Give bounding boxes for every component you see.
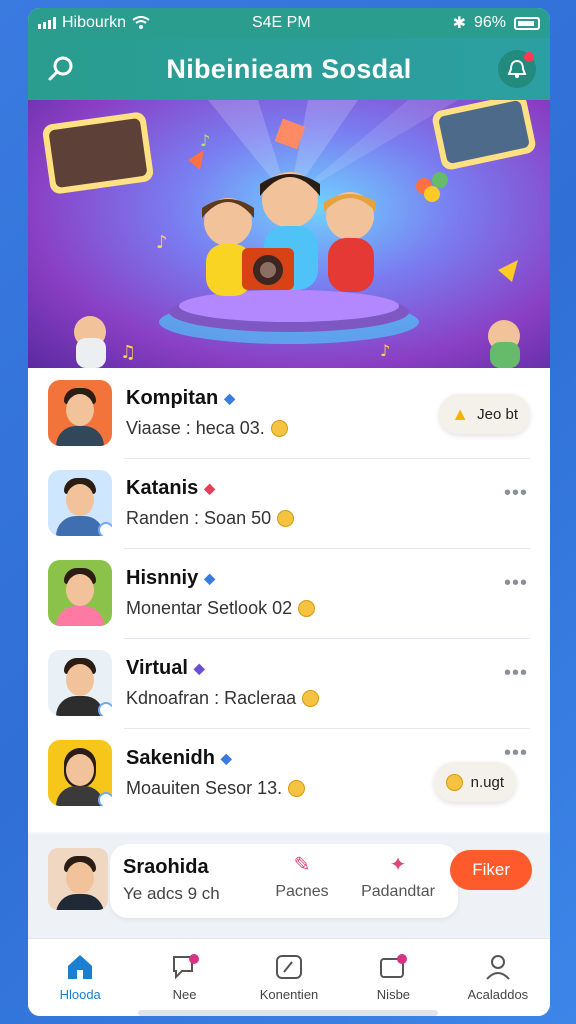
status-badge [98, 792, 112, 806]
item-name: Hisnniy [126, 567, 199, 589]
emoji-icon [288, 780, 306, 797]
status-badge [98, 702, 112, 716]
list-item[interactable]: Hisnniy ◆ Monentar Setlook 02 ••• [28, 548, 550, 638]
tab-nee[interactable]: Nee [132, 939, 236, 1016]
item-subtitle: Kdnoafran : Racleraa [126, 688, 297, 708]
battery-percent: 96% [473, 14, 506, 31]
item-subtitle: Moauiten Sesor 13. [126, 778, 283, 798]
item-name: Kompitan [126, 387, 219, 409]
avatar [48, 650, 112, 716]
tab-nisbe[interactable]: Nisbe [341, 939, 445, 1016]
clock: S4E PM [251, 14, 311, 31]
avatar [48, 380, 112, 446]
item-subtitle: Monentar Setlook 02 [126, 598, 293, 618]
list-item[interactable]: Virtual ◆ Kdnoafran : Racleraa ••• [28, 638, 550, 728]
more-options-icon[interactable]: ••• [504, 572, 528, 595]
wifi-icon [132, 16, 150, 29]
app-header: Nibeinieam Sosdal [28, 38, 550, 100]
status-bar: Hibourkn S4E PM ✱ 96% [28, 8, 550, 38]
mini-bar-name: Sraohida [123, 856, 209, 878]
battery-icon [514, 16, 540, 30]
svg-text:♪: ♪ [156, 232, 168, 253]
avatar [48, 470, 112, 536]
signal-icon [38, 17, 56, 29]
sparkle-icon: ✎ [293, 854, 311, 876]
tab-acaladdos[interactable]: Acaladdos [446, 939, 550, 1016]
tab-konentien[interactable]: Konentien [237, 939, 341, 1016]
warning-icon: ▲ [451, 403, 470, 424]
search-icon[interactable] [46, 54, 76, 84]
list-item[interactable]: Sakenidh ◆ Moauiten Sesor 13. ••• n.ugt [28, 728, 550, 818]
chat-icon [172, 954, 199, 980]
notification-button[interactable] [498, 50, 536, 88]
svg-text:♪: ♪ [380, 341, 390, 360]
list-item[interactable]: Katanis ◆ Randen : Soan 50 ••• [28, 458, 550, 548]
status-badge [98, 522, 112, 536]
home-icon [68, 955, 93, 979]
compose-icon [276, 955, 303, 979]
item-subtitle: Randen : Soan 50 [126, 508, 272, 528]
action-chip[interactable]: n.ugt [433, 762, 516, 802]
item-name: Sakenidh [126, 747, 215, 769]
emoji-icon [302, 690, 320, 707]
more-options-icon[interactable]: ••• [504, 662, 528, 685]
emoji-icon [445, 773, 463, 791]
verified-icon: ◆ [193, 660, 205, 676]
verified-icon: ◆ [204, 570, 216, 586]
avatar [48, 560, 112, 626]
filter-button[interactable]: Fiker [450, 850, 532, 890]
list-item[interactable]: Kompitan ◆ Viaase : heca 03. ▲ Jeo bt [28, 368, 550, 458]
mini-bar-subtitle: Ye adcs 9 ch [123, 884, 220, 903]
item-name: Virtual [126, 657, 188, 679]
tab-home[interactable]: Hlooda [28, 939, 132, 1016]
phone-screen: Hibourkn S4E PM ✱ 96% Nibeinieam Sosdal [28, 8, 550, 1016]
hero-illustration: ♪ ♫ ♪ ♪ [42, 100, 536, 368]
svg-text:♫: ♫ [120, 342, 136, 363]
avatar [48, 848, 108, 910]
emoji-icon [298, 600, 316, 617]
emoji-icon [277, 510, 295, 527]
emoji-icon [270, 420, 288, 437]
more-options-icon[interactable]: ••• [504, 742, 528, 765]
action-chip[interactable]: ▲ Jeo bt [439, 394, 530, 434]
action-pacnes[interactable]: ✎ Pacnes [252, 852, 352, 901]
more-options-icon[interactable]: ••• [504, 482, 528, 505]
notification-dot [524, 52, 534, 62]
item-subtitle: Viaase : heca 03. [126, 418, 265, 438]
bottom-nav: Hlooda Nee Konentien Nisbe Acaladdos [28, 938, 550, 1016]
avatar [48, 740, 112, 806]
profile-icon [486, 955, 510, 980]
notification-icon [507, 59, 527, 78]
bluetooth-icon: ✱ [452, 15, 466, 32]
hero-banner[interactable]: ♪ ♫ ♪ ♪ [28, 100, 550, 368]
feed-list: Kompitan ◆ Viaase : heca 03. ▲ Jeo bt Kat… [28, 368, 550, 832]
svg-text:♪: ♪ [200, 131, 210, 150]
inbox-icon [380, 954, 408, 978]
action-padandtar[interactable]: ✦ Padandtar [348, 852, 448, 901]
item-name: Katanis [126, 477, 199, 499]
carrier-label: Hibourkn [62, 14, 127, 31]
chat-heart-icon: ✦ [389, 854, 407, 876]
home-indicator [138, 1010, 438, 1016]
verified-icon: ◆ [224, 390, 235, 406]
mini-bar: Sraohida Ye adcs 9 ch ✎ Pacnes ✦ Padandt… [28, 834, 550, 938]
verified-icon: ◆ [220, 750, 232, 766]
verified-icon: ◆ [204, 480, 216, 496]
page-title: Nibeinieam Sosdal [166, 53, 412, 84]
